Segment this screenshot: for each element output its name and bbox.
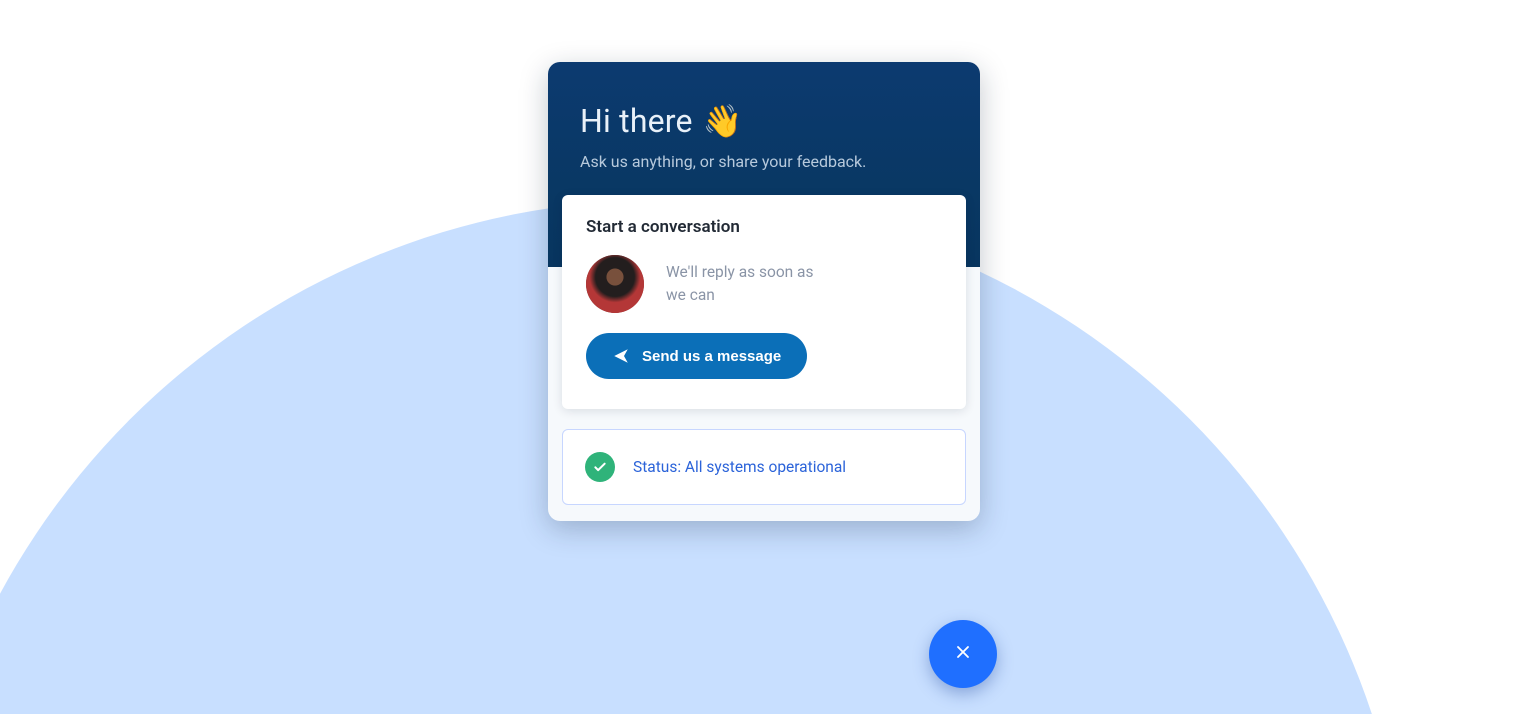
wave-emoji: 👋 bbox=[703, 102, 743, 140]
greeting-title: Hi there 👋 bbox=[580, 102, 948, 140]
send-icon bbox=[612, 347, 630, 365]
send-message-label: Send us a message bbox=[642, 348, 781, 365]
chat-panel: Hi there 👋 Ask us anything, or share you… bbox=[548, 62, 980, 521]
greeting-subtitle: Ask us anything, or share your feedback. bbox=[580, 152, 948, 171]
close-chat-button[interactable] bbox=[929, 620, 997, 688]
start-conversation-card: Start a conversation We'll reply as soon… bbox=[562, 195, 966, 409]
status-card[interactable]: Status: All systems operational bbox=[562, 429, 966, 505]
check-circle-icon bbox=[585, 452, 615, 482]
reply-line-1: We'll reply as soon as bbox=[666, 261, 814, 284]
close-icon bbox=[953, 642, 973, 666]
reply-line-2: we can bbox=[666, 284, 814, 307]
reply-info-row: We'll reply as soon as we can bbox=[586, 255, 942, 313]
chat-widget-preview: Hi there 👋 Ask us anything, or share you… bbox=[0, 0, 1530, 714]
send-message-button[interactable]: Send us a message bbox=[586, 333, 807, 379]
reply-time-text: We'll reply as soon as we can bbox=[666, 261, 814, 308]
start-conversation-title: Start a conversation bbox=[586, 217, 942, 237]
greeting-text: Hi there bbox=[580, 102, 693, 140]
agent-avatar bbox=[586, 255, 644, 313]
status-text: Status: All systems operational bbox=[633, 458, 846, 476]
